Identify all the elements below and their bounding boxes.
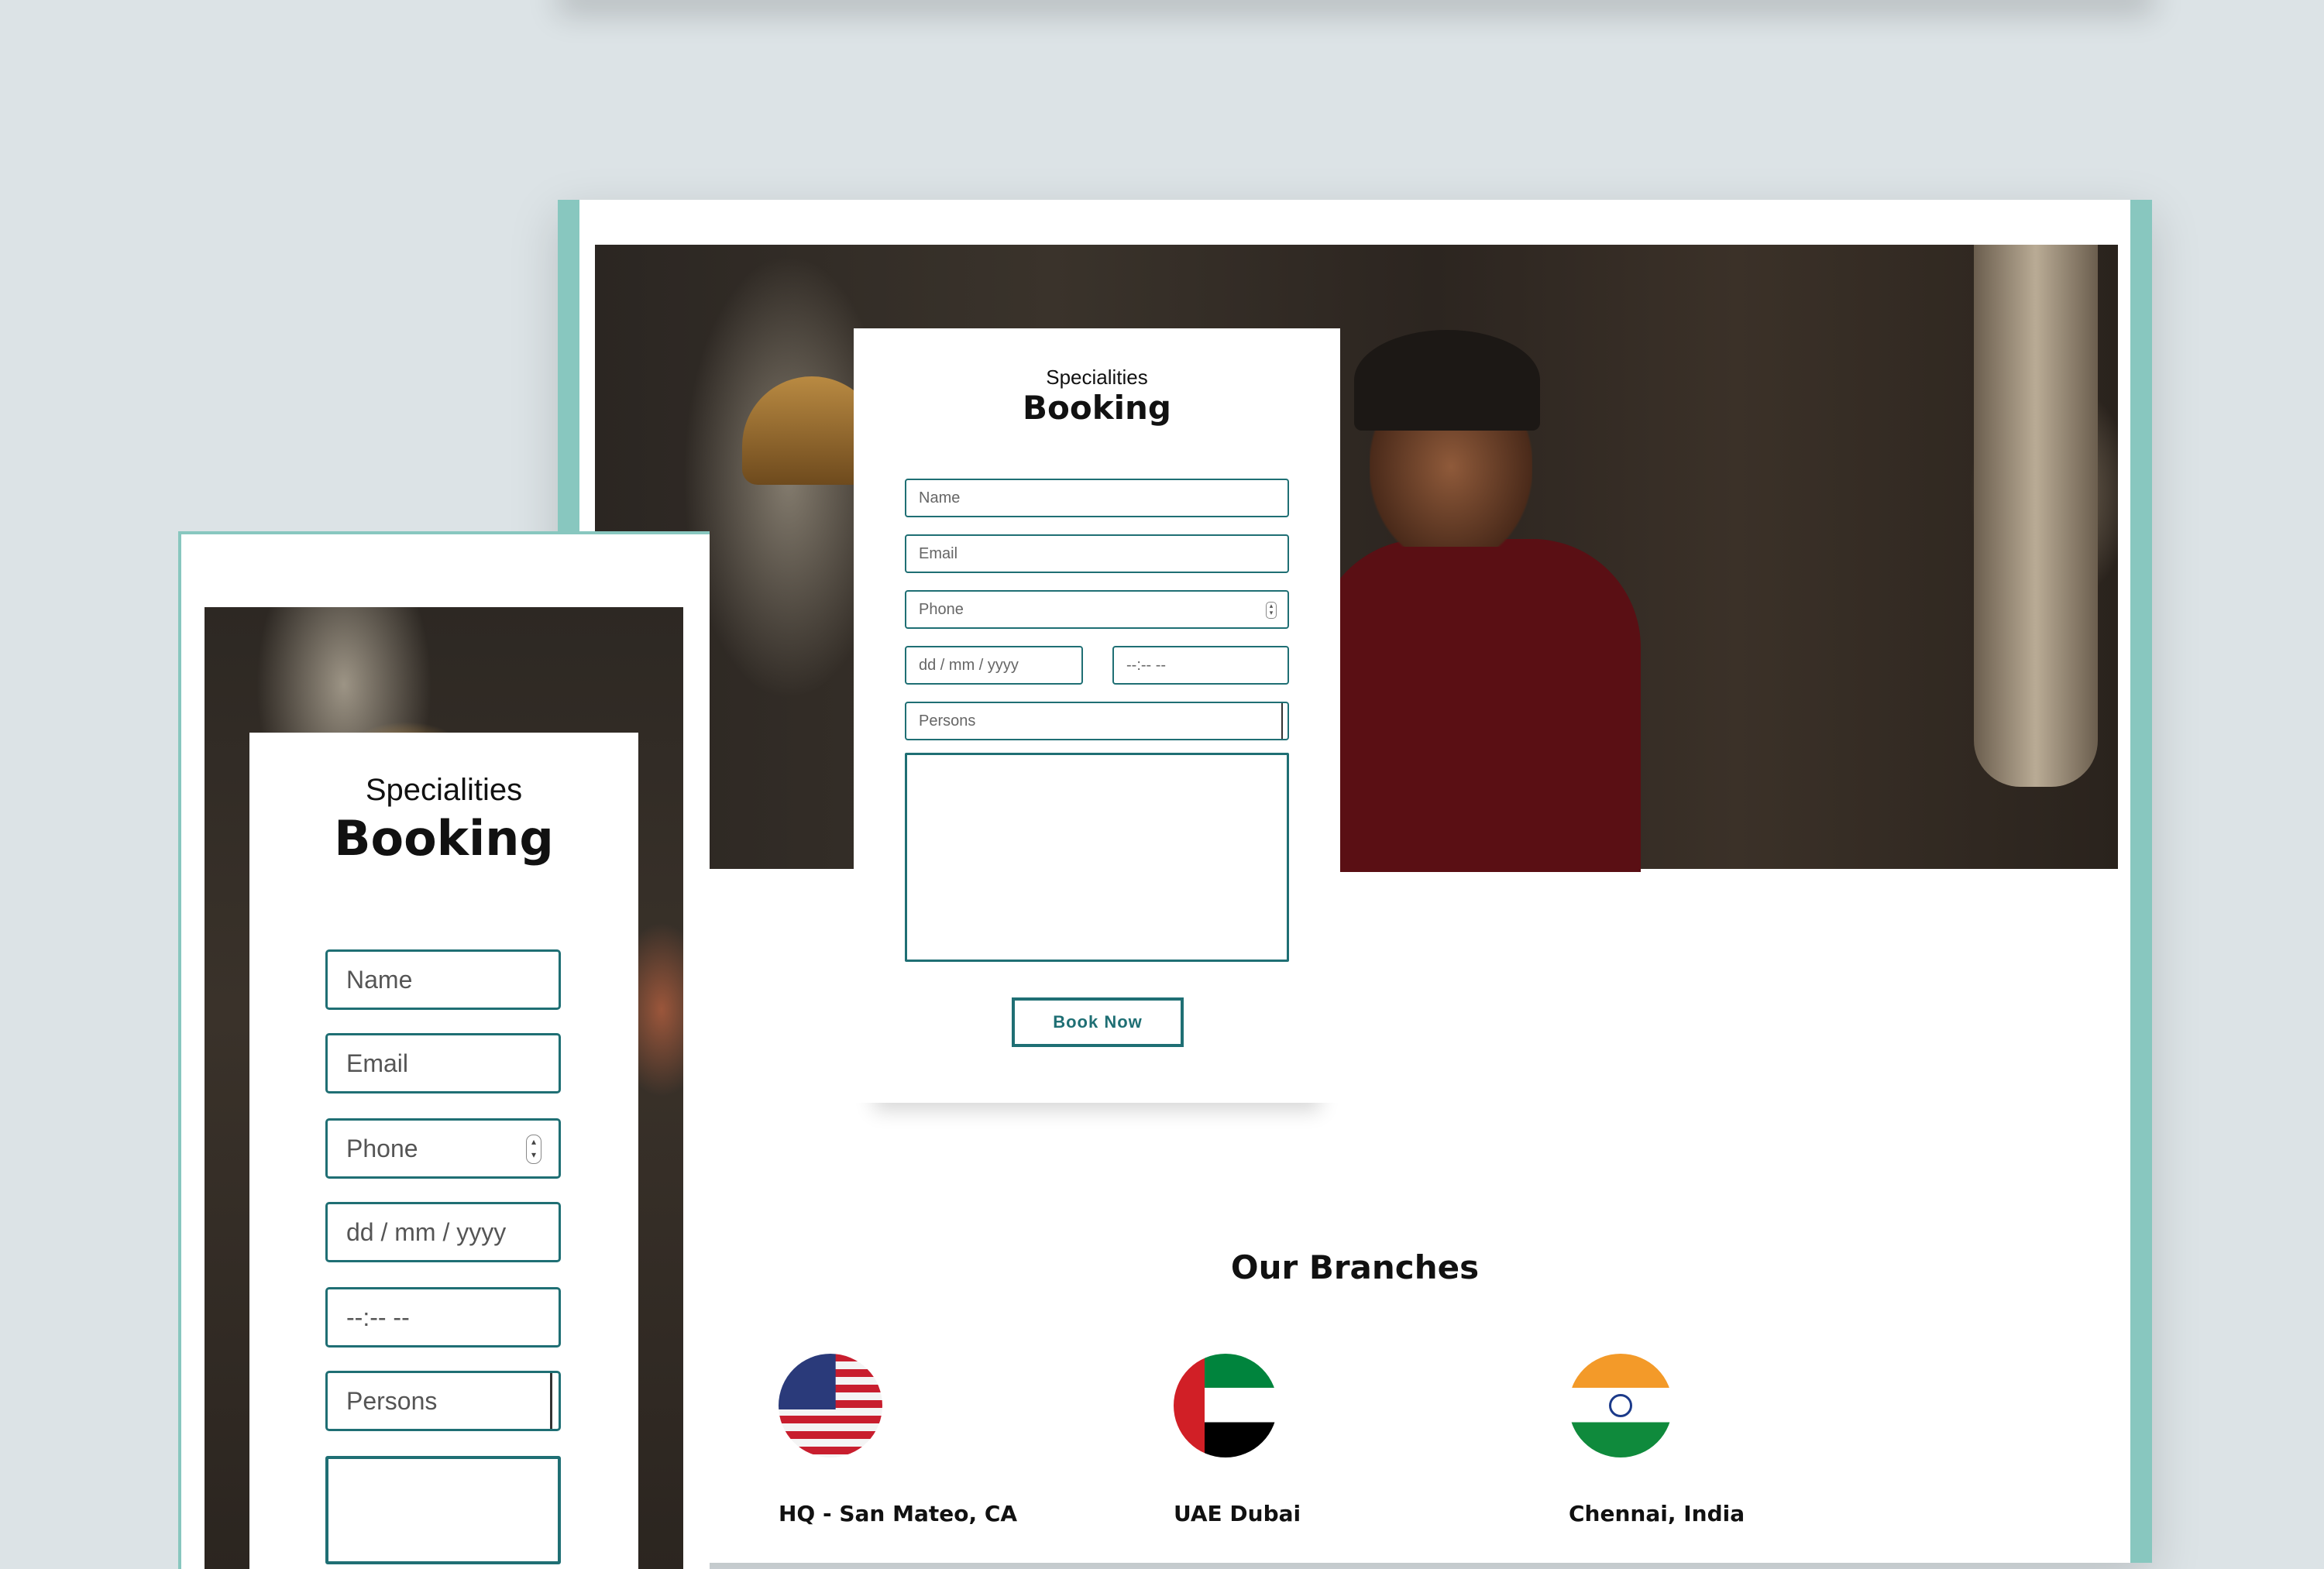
branch-name: HQ - San Mateo, CA (779, 1501, 1018, 1526)
phone-stepper-icon[interactable]: ▴ ▾ (526, 1135, 541, 1164)
phone-placeholder: Phone (919, 601, 964, 618)
persons-placeholder: Persons (346, 1387, 438, 1415)
hero-image (595, 245, 2118, 872)
branch-name: UAE Dubai (1174, 1501, 1301, 1526)
name-input[interactable]: Name (905, 479, 1289, 517)
persons-select[interactable]: Persons (905, 702, 1289, 740)
phone-input[interactable]: Phone ▴ ▾ (905, 590, 1289, 629)
chef-hat-shape (1354, 330, 1540, 431)
lantern-shape (1974, 245, 2098, 787)
persons-placeholder: Persons (919, 712, 976, 730)
dropdown-arrow-icon (550, 1373, 559, 1429)
message-textarea[interactable] (905, 753, 1289, 962)
mobile-message-textarea[interactable] (325, 1456, 561, 1564)
name-placeholder: Name (919, 489, 961, 506)
phone-stepper-icon[interactable]: ▴ ▾ (1266, 602, 1277, 619)
date-input[interactable]: dd / mm / yyyy (905, 646, 1083, 685)
mobile-email-input[interactable]: Email (325, 1033, 561, 1093)
chef-robe-shape (1315, 539, 1641, 872)
form-title: Booking (334, 810, 554, 867)
time-input[interactable]: --:-- -- (1112, 646, 1289, 685)
mobile-name-input[interactable]: Name (325, 949, 561, 1010)
time-placeholder: --:-- -- (346, 1303, 410, 1331)
booking-form-card: Specialities Booking Name Email Phone ▴ ▾… (854, 328, 1340, 1103)
time-placeholder: --:-- -- (1126, 657, 1167, 674)
date-placeholder: dd / mm / yyyy (346, 1218, 507, 1246)
form-title: Booking (1022, 389, 1171, 427)
branch-name: Chennai, India (1569, 1501, 1745, 1526)
book-now-button[interactable]: Book Now (1012, 997, 1184, 1047)
dropdown-arrow-icon (1281, 703, 1287, 739)
form-subtitle: Specialities (365, 773, 523, 807)
desktop-page: Specialities Booking Name Email Phone ▴ ▾… (579, 200, 2130, 1563)
phone-placeholder: Phone (346, 1135, 418, 1162)
mobile-time-input[interactable]: --:-- -- (325, 1287, 561, 1348)
name-placeholder: Name (346, 966, 413, 994)
branches-title: Our Branches (1230, 1248, 1480, 1286)
uae-flag-icon (1174, 1354, 1277, 1457)
chakra-icon (1609, 1394, 1632, 1417)
date-placeholder: dd / mm / yyyy (919, 657, 1019, 674)
mobile-phone-input[interactable]: Phone ▴ ▾ (325, 1118, 561, 1179)
mobile-date-input[interactable]: dd / mm / yyyy (325, 1202, 561, 1262)
email-placeholder: Email (346, 1049, 409, 1077)
form-subtitle: Specialities (1046, 366, 1148, 389)
email-input[interactable]: Email (905, 534, 1289, 573)
desktop-mockup: Specialities Booking Name Email Phone ▴ ▾… (558, 200, 2152, 1563)
usa-flag-icon (779, 1354, 882, 1457)
mobile-persons-select[interactable]: Persons (325, 1371, 561, 1431)
email-placeholder: Email (919, 545, 958, 562)
india-flag-icon (1569, 1354, 1673, 1457)
